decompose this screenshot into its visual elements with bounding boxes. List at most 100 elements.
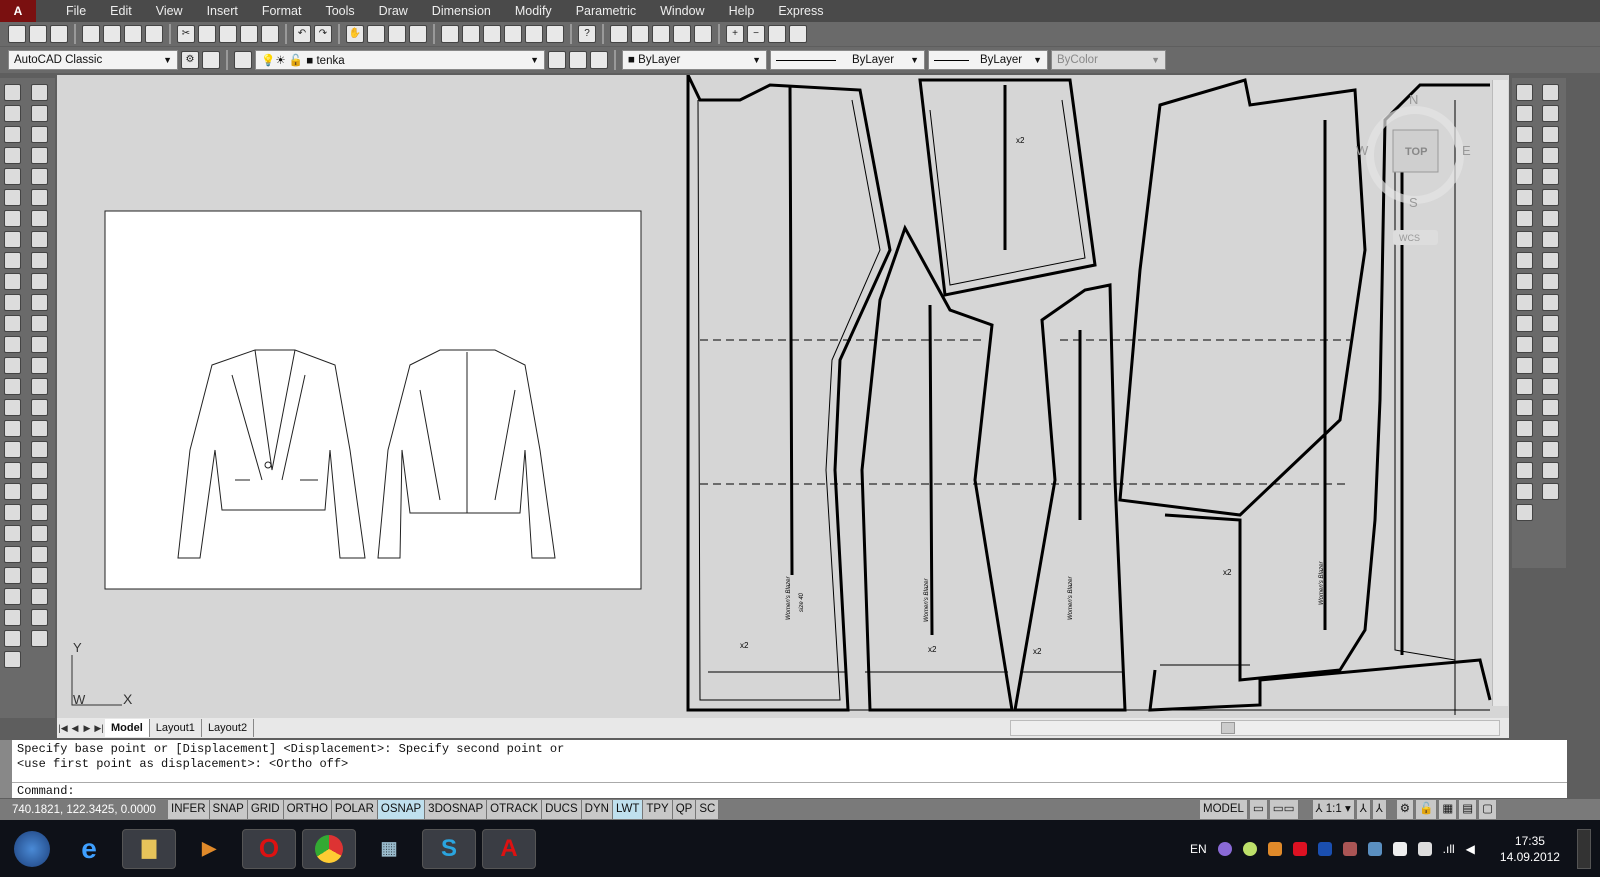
menu-dimension[interactable]: Dimension (420, 4, 503, 18)
network-tray-icon[interactable] (1342, 841, 1357, 856)
break-at-point-icon[interactable] (31, 315, 48, 332)
workspace-switch-icon[interactable]: ⚙ (1396, 800, 1415, 819)
zoom-object-icon[interactable] (694, 25, 712, 43)
multiline-text-icon[interactable] (4, 462, 21, 479)
pan-icon[interactable]: ✋ (346, 25, 364, 43)
temp-track-icon[interactable] (1542, 84, 1559, 101)
table-icon[interactable] (4, 441, 21, 458)
zoom-realtime-icon[interactable] (367, 25, 385, 43)
next-tab-button[interactable]: ▶ (81, 723, 93, 734)
red-tray-icon[interactable] (1292, 841, 1307, 856)
wcs-menu[interactable]: WCS (1399, 233, 1420, 243)
command-window-grip[interactable] (0, 740, 12, 798)
design-center-icon[interactable] (31, 462, 48, 479)
tangent-icon[interactable] (1542, 273, 1559, 290)
break-icon[interactable] (31, 336, 48, 353)
toggle-tpy[interactable]: TPY (643, 800, 673, 819)
save-icon[interactable] (50, 25, 68, 43)
zoom-previous-icon[interactable] (409, 25, 427, 43)
autocad-taskbar-icon[interactable]: A (482, 828, 536, 869)
isolate-objects-icon[interactable]: ▤ (1459, 800, 1478, 819)
horizontal-scroll-thumb[interactable] (1221, 722, 1235, 734)
power-icon[interactable] (1417, 841, 1432, 856)
toolbar-lock-icon[interactable]: 🔓 (1416, 800, 1438, 819)
tab-layout2[interactable]: Layout2 (202, 719, 255, 737)
toggle-infer[interactable]: INFER (168, 800, 210, 819)
diameter-icon[interactable] (1516, 210, 1533, 227)
toggle-otrack[interactable]: OTRACK (487, 800, 543, 819)
aligned-dim-icon[interactable] (1516, 105, 1533, 122)
publish-icon[interactable] (124, 25, 142, 43)
plot-preview-icon[interactable] (103, 25, 121, 43)
ellipse-icon[interactable] (4, 273, 21, 290)
menu-insert[interactable]: Insert (195, 4, 250, 18)
calculator-icon[interactable] (31, 525, 48, 542)
auto-scale-icon[interactable]: ⅄ (1372, 800, 1387, 819)
gradient-icon[interactable] (4, 399, 21, 416)
workspace-dropdown[interactable]: AutoCAD Classic ▼ (8, 50, 178, 70)
layer-previous-icon[interactable] (569, 51, 587, 69)
annotation-visibility-icon[interactable]: ⅄ (1356, 800, 1371, 819)
menu-parametric[interactable]: Parametric (564, 4, 648, 18)
vertical-scrollbar[interactable] (1492, 80, 1508, 706)
add-selected-icon[interactable] (4, 483, 21, 500)
dim-edit-icon[interactable] (1516, 441, 1533, 458)
workspace-settings-icon[interactable]: ⚙ (181, 51, 199, 69)
midpoint-icon[interactable] (1542, 147, 1559, 164)
avg-tray-icon[interactable] (1267, 841, 1282, 856)
layer-state-icon[interactable] (590, 51, 608, 69)
3d-dwf-icon[interactable] (145, 25, 163, 43)
ellipse-arc-icon[interactable] (4, 294, 21, 311)
explode-icon[interactable] (31, 420, 48, 437)
toggle-ducs[interactable]: DUCS (542, 800, 582, 819)
menu-draw[interactable]: Draw (367, 4, 420, 18)
chrome-icon[interactable] (302, 828, 356, 869)
arc-icon[interactable] (4, 189, 21, 206)
tool-palette-icon[interactable] (4, 588, 21, 605)
bittorrent-tray-icon[interactable] (1217, 841, 1232, 856)
properties-icon[interactable] (441, 25, 459, 43)
baseline-icon[interactable] (1516, 273, 1533, 290)
node-icon[interactable] (1542, 357, 1559, 374)
green-tray-icon[interactable] (1242, 841, 1257, 856)
language-indicator[interactable]: EN (1190, 842, 1207, 856)
make-block-icon[interactable] (4, 336, 21, 353)
action-center-icon[interactable] (1392, 841, 1407, 856)
zoom-dynamic-icon[interactable] (631, 25, 649, 43)
stretch-icon[interactable] (31, 252, 48, 269)
rectangle-icon[interactable] (4, 168, 21, 185)
zoom-out-icon[interactable]: − (747, 25, 765, 43)
chamfer-icon[interactable] (31, 378, 48, 395)
arc-length-icon[interactable] (1516, 126, 1533, 143)
radius-icon[interactable] (1516, 168, 1533, 185)
viewcube-west[interactable]: W (1356, 143, 1369, 158)
plot-icon[interactable] (82, 25, 100, 43)
dim-space-icon[interactable] (1516, 315, 1533, 332)
dim-style-2-icon[interactable] (1516, 504, 1533, 521)
toggle-sc[interactable]: SC (696, 800, 720, 819)
polyline-icon[interactable] (4, 126, 21, 143)
show-desktop-button[interactable] (1576, 828, 1591, 869)
join-icon[interactable] (31, 357, 48, 374)
group-icon[interactable] (4, 504, 21, 521)
spline-icon[interactable] (4, 252, 21, 269)
tab-layout1[interactable]: Layout1 (150, 719, 202, 737)
text-style-icon[interactable] (4, 630, 21, 647)
internet-explorer-icon[interactable]: e (62, 829, 116, 869)
properties-2-icon[interactable] (31, 441, 48, 458)
osnap-settings-icon[interactable] (1542, 420, 1559, 437)
rotate-icon[interactable] (31, 210, 48, 227)
osnap-extra-icon[interactable] (1542, 462, 1559, 479)
toggle-snap[interactable]: SNAP (209, 800, 248, 819)
quadrant-icon[interactable] (1542, 252, 1559, 269)
viewcube-top[interactable]: TOP (1405, 146, 1427, 158)
menu-window[interactable]: Window (648, 4, 716, 18)
toggle-osnap[interactable]: OSNAP (377, 800, 426, 819)
zoom-extents-2-icon[interactable] (789, 25, 807, 43)
angular-icon[interactable] (1516, 231, 1533, 248)
linear-dim-icon[interactable] (1516, 84, 1533, 101)
tolerance-icon[interactable] (1516, 357, 1533, 374)
move-icon[interactable] (31, 189, 48, 206)
menu-tools[interactable]: Tools (313, 4, 366, 18)
linetype-dropdown[interactable]: ByLayer ▼ (770, 50, 925, 70)
